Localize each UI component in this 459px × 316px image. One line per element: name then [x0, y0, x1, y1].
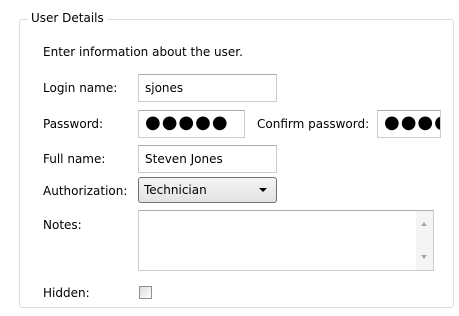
- notes-textarea[interactable]: [138, 210, 434, 271]
- full-name-input[interactable]: Steven Jones: [138, 145, 277, 173]
- scroll-down-arrow-icon[interactable]: [421, 255, 427, 259]
- login-name-label: Login name:: [43, 81, 118, 95]
- scroll-up-arrow-icon[interactable]: [421, 222, 427, 226]
- confirm-password-label: Confirm password:: [257, 117, 370, 131]
- password-input[interactable]: ●●●●●: [138, 110, 245, 138]
- user-details-panel: User Details Enter information about the…: [0, 0, 459, 316]
- groupbox-title: User Details: [28, 11, 107, 26]
- full-name-label: Full name:: [43, 152, 106, 166]
- login-name-input[interactable]: sjones: [138, 74, 277, 102]
- description-text: Enter information about the user.: [43, 45, 243, 59]
- authorization-label: Authorization:: [43, 184, 128, 198]
- notes-label: Notes:: [43, 218, 82, 232]
- notes-scrollbar[interactable]: [416, 211, 433, 270]
- password-label: Password:: [43, 117, 104, 131]
- authorization-selected-value: Technician: [144, 183, 207, 197]
- hidden-label: Hidden:: [43, 286, 90, 300]
- chevron-down-icon: [259, 188, 267, 192]
- confirm-password-input[interactable]: ●●●●●: [377, 110, 441, 138]
- authorization-dropdown[interactable]: Technician: [138, 177, 277, 203]
- hidden-checkbox[interactable]: [139, 286, 152, 299]
